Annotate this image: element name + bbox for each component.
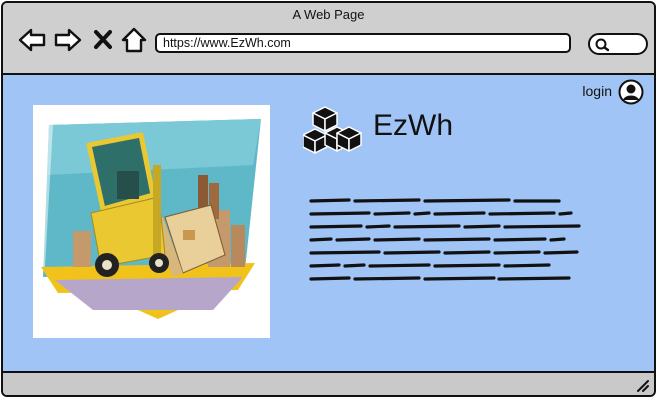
login-link[interactable]: login (582, 83, 612, 99)
forward-arrow-icon[interactable] (53, 25, 83, 55)
boxes-stack-icon (303, 106, 362, 154)
window-title: A Web Page (292, 7, 365, 22)
resize-grip-icon[interactable] (634, 377, 650, 393)
search-icon (595, 38, 610, 52)
page-content: login EzWh (3, 75, 654, 373)
scribbled-text-lines (309, 198, 581, 281)
hero-image (33, 105, 270, 338)
home-icon[interactable] (119, 25, 149, 55)
title-bar: A Web Page https://www.EzWh.com (3, 3, 654, 75)
browser-window: A Web Page https://www.EzWh.com login Ez… (1, 1, 656, 397)
brand-name: EzWh (373, 109, 454, 142)
back-arrow-icon[interactable] (17, 25, 47, 55)
user-avatar-icon[interactable] (618, 79, 644, 105)
url-bar[interactable]: https://www.EzWh.com (155, 33, 571, 53)
body-text-scribble (309, 195, 589, 305)
forklift-illustration (39, 119, 261, 319)
search-box[interactable] (588, 33, 648, 55)
status-bar (3, 371, 654, 395)
close-x-icon[interactable] (89, 25, 119, 55)
